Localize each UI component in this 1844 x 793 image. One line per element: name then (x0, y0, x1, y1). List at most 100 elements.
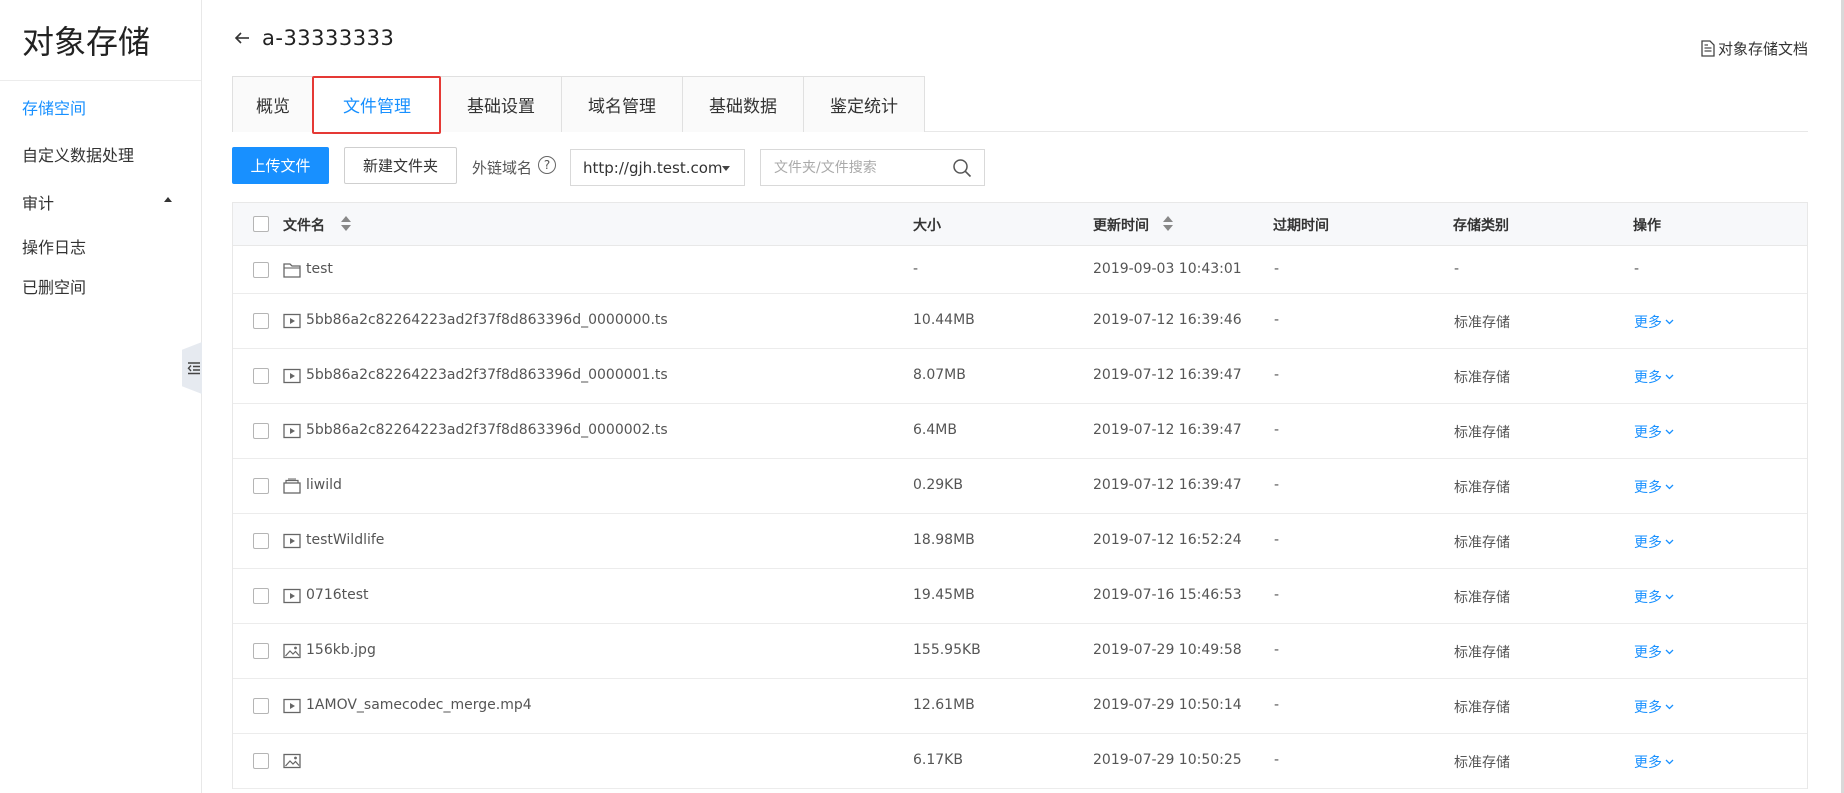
upload-file-button[interactable]: 上传文件 (232, 147, 329, 184)
cell-updated-time: 2019-07-29 10:50:14 (1093, 697, 1242, 713)
video-icon (283, 313, 301, 333)
table-body: test - 2019-09-03 10:43:01 - - - 5bb86a2c82264… (233, 246, 1807, 789)
chevron-down-icon (1665, 429, 1674, 435)
row-checkbox[interactable] (253, 368, 269, 384)
video-icon (283, 368, 301, 388)
document-icon (1701, 40, 1715, 57)
search-icon[interactable] (952, 158, 972, 182)
tab-overview[interactable]: 概览 (232, 76, 314, 132)
cell-storage-class: 标准存储 (1454, 315, 1510, 331)
sidebar-item-deleted-buckets[interactable]: 已删空间 (22, 274, 86, 298)
cell-file-name[interactable]: liwild (306, 477, 342, 493)
cell-size: 19.45MB (913, 587, 975, 603)
table-row[interactable]: test - 2019-09-03 10:43:01 - - - (233, 246, 1807, 294)
row-checkbox[interactable] (253, 643, 269, 659)
cell-size: 12.61MB (913, 697, 975, 713)
more-actions-button[interactable]: 更多 (1634, 477, 1674, 497)
cell-expire-time: - (1274, 532, 1280, 548)
table-row[interactable]: 1AMOV_samecodec_merge.mp4 12.61MB 2019-07-… (233, 679, 1807, 734)
cell-storage-class: 标准存储 (1454, 535, 1510, 551)
sidebar-item-operation-log[interactable]: 操作日志 (22, 234, 86, 258)
more-actions-button[interactable]: 更多 (1634, 532, 1674, 552)
more-actions-label: 更多 (1634, 645, 1662, 661)
chevron-down-icon (1665, 649, 1674, 655)
cell-updated-time: 2019-07-29 10:49:58 (1093, 642, 1242, 658)
sidebar-title: 对象存储 (0, 0, 201, 81)
cell-updated-time: 2019-07-12 16:39:46 (1093, 312, 1242, 328)
row-checkbox[interactable] (253, 478, 269, 494)
column-header-actions: 操作 (1633, 218, 1661, 234)
archive-icon (283, 478, 301, 498)
more-actions-button[interactable]: 更多 (1634, 422, 1674, 442)
tab-basic-settings[interactable]: 基础设置 (440, 76, 562, 132)
cell-file-name[interactable]: 1AMOV_samecodec_merge.mp4 (306, 697, 532, 713)
more-actions-button[interactable]: 更多 (1634, 312, 1674, 332)
tab-auth-statistics[interactable]: 鉴定统计 (803, 76, 925, 132)
page-title: a-33333333 (262, 26, 395, 50)
sidebar-item-buckets[interactable]: 存储空间 (22, 95, 86, 119)
tab-basic-data[interactable]: 基础数据 (682, 76, 804, 132)
video-icon (283, 588, 301, 608)
more-actions-label: 更多 (1634, 315, 1662, 331)
row-checkbox[interactable] (253, 588, 269, 604)
table-row[interactable]: testWildlife 18.98MB 2019-07-12 16:52:24 - 标… (233, 514, 1807, 569)
tab-bar: 概览 文件管理 基础设置 域名管理 基础数据 鉴定统计 (232, 76, 1808, 132)
chevron-down-icon (1665, 319, 1674, 325)
sidebar-item-custom-processing[interactable]: 自定义数据处理 (22, 142, 134, 166)
row-checkbox[interactable] (253, 753, 269, 769)
row-checkbox[interactable] (253, 423, 269, 439)
table-row[interactable]: 6.17KB 2019-07-29 10:50:25 - 标准存储 更多 (233, 734, 1807, 789)
table-row[interactable]: 5bb86a2c82264223ad2f37f8d863396d_0000002… (233, 404, 1807, 459)
row-checkbox[interactable] (253, 698, 269, 714)
cell-file-name[interactable]: test (306, 261, 333, 277)
more-actions-label: 更多 (1634, 370, 1662, 386)
cell-file-name[interactable]: 5bb86a2c82264223ad2f37f8d863396d_0000002… (306, 422, 668, 438)
cell-expire-time: - (1274, 587, 1280, 603)
cell-file-name[interactable]: 5bb86a2c82264223ad2f37f8d863396d_0000000… (306, 312, 668, 328)
cell-file-name[interactable]: 0716test (306, 587, 369, 603)
file-table: 文件名 大小 更新时间 过期时间 存储类别 操作 test - 2019-09-03… (232, 202, 1808, 789)
more-actions-button[interactable]: 更多 (1634, 587, 1674, 607)
table-row[interactable]: 5bb86a2c82264223ad2f37f8d863396d_0000000… (233, 294, 1807, 349)
sort-icon[interactable] (1163, 215, 1173, 233)
help-icon[interactable]: ? (538, 156, 556, 174)
more-actions-button[interactable]: 更多 (1634, 697, 1674, 717)
cell-file-name[interactable]: testWildlife (306, 532, 384, 548)
sort-icon[interactable] (341, 215, 351, 233)
tab-file-management[interactable]: 文件管理 (313, 76, 441, 132)
table-row[interactable]: 5bb86a2c82264223ad2f37f8d863396d_0000001… (233, 349, 1807, 404)
table-row[interactable]: 156kb.jpg 155.95KB 2019-07-29 10:49:58 - 标准存… (233, 624, 1807, 679)
tab-domain-management[interactable]: 域名管理 (561, 76, 683, 132)
cell-file-name[interactable]: 156kb.jpg (306, 642, 376, 658)
cell-file-name[interactable]: 5bb86a2c82264223ad2f37f8d863396d_0000001… (306, 367, 668, 383)
chevron-down-icon (1665, 539, 1674, 545)
more-actions-label: 更多 (1634, 755, 1662, 771)
row-checkbox[interactable] (253, 533, 269, 549)
cell-size: 6.4MB (913, 422, 957, 438)
cell-expire-time: - (1274, 697, 1280, 713)
select-all-checkbox[interactable] (253, 216, 269, 232)
row-checkbox[interactable] (253, 313, 269, 329)
more-actions-button[interactable]: 更多 (1634, 642, 1674, 662)
more-actions-button[interactable]: 更多 (1634, 752, 1674, 772)
cell-updated-time: 2019-09-03 10:43:01 (1093, 261, 1242, 277)
docs-link[interactable]: 对象存储文档 (1701, 38, 1808, 59)
table-header: 文件名 大小 更新时间 过期时间 存储类别 操作 (233, 203, 1807, 246)
caret-up-icon[interactable] (164, 197, 172, 202)
domain-select[interactable]: http://gjh.test.com (570, 149, 745, 186)
search-input[interactable] (761, 150, 941, 185)
sidebar-item-audit[interactable]: 审计 (22, 190, 54, 214)
domain-label: 外链域名 (472, 159, 533, 177)
main-content: a-33333333 对象存储文档 概览 文件管理 基础设置 域名管理 基础数据… (232, 0, 1844, 793)
chevron-down-icon (1665, 484, 1674, 490)
table-row[interactable]: 0716test 19.45MB 2019-07-16 15:46:53 - 标准存储 更… (233, 569, 1807, 624)
new-folder-button[interactable]: 新建文件夹 (344, 147, 457, 184)
cell-expire-time: - (1274, 477, 1280, 493)
video-icon (283, 533, 301, 553)
more-actions-button[interactable]: 更多 (1634, 367, 1674, 387)
cell-storage-class: 标准存储 (1454, 700, 1510, 716)
sidebar-collapse-button[interactable] (182, 342, 202, 394)
table-row[interactable]: liwild 0.29KB 2019-07-12 16:39:47 - 标准存储 更多 (233, 459, 1807, 514)
row-checkbox[interactable] (253, 262, 269, 278)
back-button[interactable] (234, 30, 250, 51)
